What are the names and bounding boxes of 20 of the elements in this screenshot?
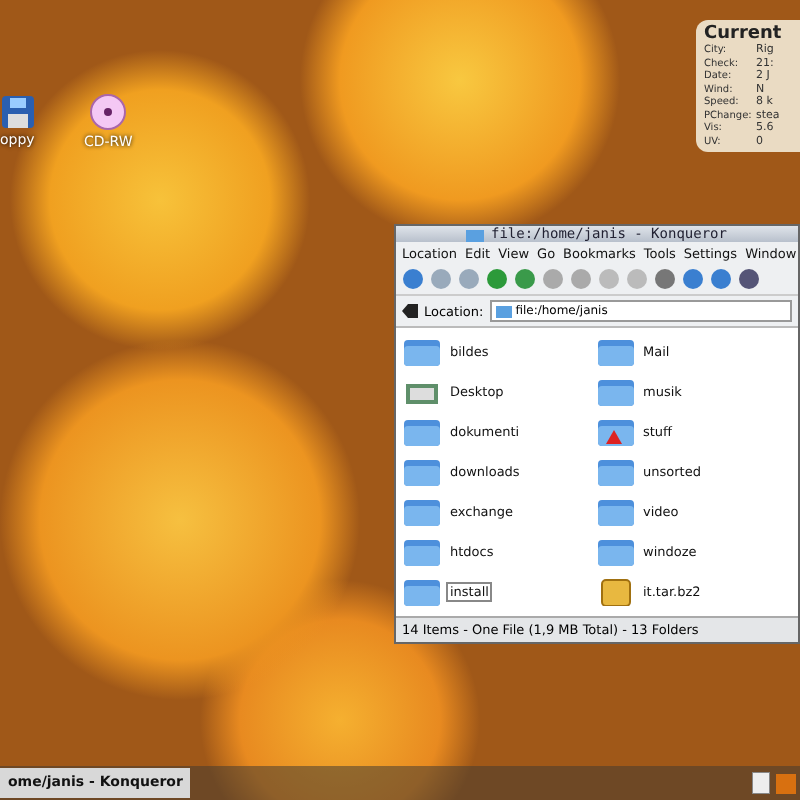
clear-location-icon[interactable] bbox=[402, 304, 418, 318]
folder-icon[interactable] bbox=[597, 498, 633, 526]
folder-icon[interactable] bbox=[597, 338, 633, 366]
disc-icon[interactable] bbox=[90, 94, 127, 130]
folder-icon[interactable] bbox=[404, 418, 440, 446]
folder-icon[interactable] bbox=[404, 538, 440, 566]
folder-icon bbox=[466, 227, 485, 242]
desktop-icon[interactable] bbox=[404, 378, 440, 406]
folder-icon[interactable] bbox=[597, 378, 633, 406]
folder-icon[interactable] bbox=[404, 498, 440, 526]
folder-warning-icon[interactable] bbox=[597, 418, 633, 446]
weather-title: Current bbox=[704, 24, 784, 44]
folder-icon[interactable] bbox=[404, 578, 440, 606]
folder-icon[interactable] bbox=[404, 458, 440, 486]
tray-app-icon[interactable] bbox=[776, 773, 796, 793]
folder-icon[interactable] bbox=[404, 338, 440, 366]
archive-icon[interactable] bbox=[597, 578, 633, 606]
folder-icon bbox=[495, 305, 512, 317]
folder-icon[interactable] bbox=[597, 538, 633, 566]
folder-icon[interactable] bbox=[597, 458, 633, 486]
